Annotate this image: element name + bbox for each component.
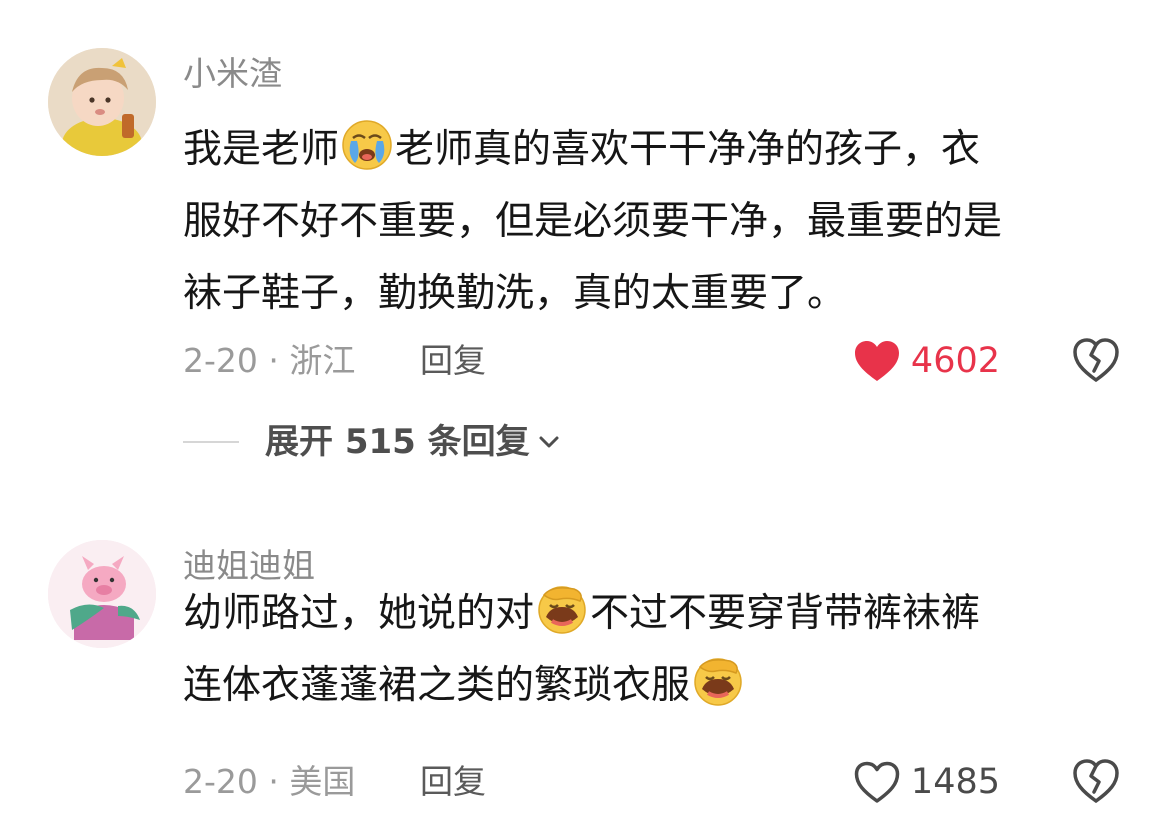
chevron-down-icon (536, 429, 562, 455)
like-count: 4602 (910, 341, 1000, 381)
like-count: 1485 (910, 762, 1000, 802)
avatar[interactable] (48, 48, 156, 156)
heart-outline-icon (853, 760, 901, 804)
broken-heart-icon[interactable] (1072, 337, 1120, 383)
avatar[interactable] (48, 540, 156, 648)
comment-meta: 2-20 · 浙江 回复 4602 (0, 333, 1170, 389)
expand-replies-label: 展开 515 条回复 (265, 422, 530, 462)
crying-face-emoji (341, 119, 393, 171)
broken-heart-icon[interactable] (1072, 758, 1120, 804)
face-palm-laugh-emoji (536, 583, 588, 635)
reply-button[interactable]: 回复 (420, 758, 486, 806)
comment-text: 我是老师 老师真的喜欢干干净净的孩子，衣 服好不好不重要，但是必须要干净，最重要… (183, 114, 1123, 330)
date-location: 2-20 · 浙江 (183, 341, 356, 380)
username[interactable]: 小米渣 (183, 52, 282, 96)
comment-text: 幼师路过，她说的对 不过不要穿背带裤袜裤 连体衣蓬蓬裙之类的繁琐衣服 (183, 578, 1123, 722)
like-button[interactable]: 1485 (853, 754, 1000, 810)
comment-meta: 2-20 · 美国 回复 1485 (0, 754, 1170, 810)
comment-text-segment: 不过不要穿背带裤袜裤 (590, 591, 981, 636)
comment-text-segment: 老师真的喜欢干干净净的孩子，衣 (395, 127, 981, 172)
heart-filled-icon (853, 339, 901, 383)
face-palm-laugh-emoji (692, 655, 744, 707)
comment-text-line: 袜子鞋子，勤换勤洗，真的太重要了。 (183, 271, 847, 316)
comment-text-segment: 幼师路过，她说的对 (183, 591, 535, 636)
comment-text-segment: 我是老师 (183, 127, 340, 172)
like-button[interactable]: 4602 (853, 333, 1000, 389)
reply-button[interactable]: 回复 (420, 337, 486, 385)
comment-text-segment: 连体衣蓬蓬裙之类的繁琐衣服 (183, 663, 691, 708)
expand-replies-button[interactable]: 展开 515 条回复 (183, 418, 562, 466)
comment-text-line: 服好不好不重要，但是必须要干净，最重要的是 (183, 199, 1003, 244)
divider (183, 441, 239, 443)
date-location: 2-20 · 美国 (183, 762, 356, 801)
